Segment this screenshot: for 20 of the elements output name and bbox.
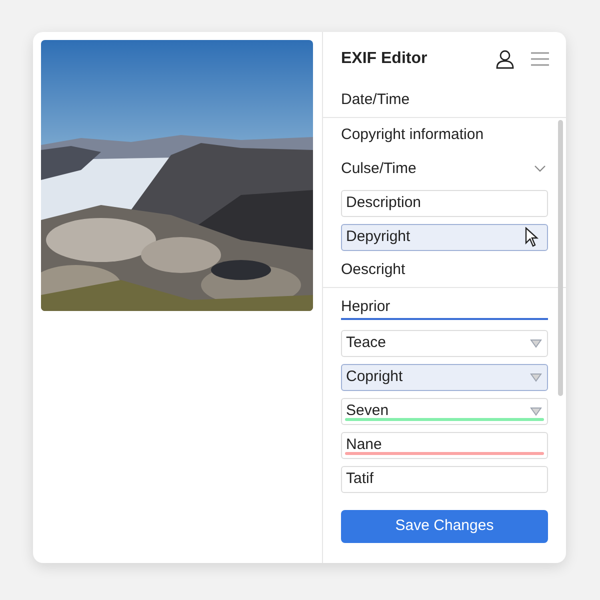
save-button[interactable]: Save Changes <box>341 510 548 543</box>
panel-title: EXIF Editor <box>341 49 428 69</box>
section-label: Oescright <box>341 260 406 280</box>
dropdown-field[interactable]: Seven <box>341 398 548 424</box>
input-field[interactable]: Nane <box>341 432 548 458</box>
dropdown-field[interactable]: Teace <box>341 330 548 356</box>
input-field[interactable]: Heprior <box>341 296 548 320</box>
user-icon[interactable] <box>495 49 515 69</box>
section-label: Copyright information <box>341 124 484 145</box>
caret-icon <box>530 338 542 348</box>
section-label: Date/Time <box>341 90 410 110</box>
input-field[interactable]: Depyright <box>341 224 548 250</box>
caret-icon <box>530 372 542 382</box>
dropdown-field[interactable]: Copright <box>341 364 548 390</box>
input-field[interactable]: Tatif <box>341 466 548 492</box>
chevron-down-icon <box>534 165 546 173</box>
caret-icon <box>530 406 542 416</box>
menu-icon[interactable] <box>531 52 549 66</box>
section-label: Culse/Time <box>341 158 416 179</box>
input-field[interactable]: Description <box>341 190 548 216</box>
